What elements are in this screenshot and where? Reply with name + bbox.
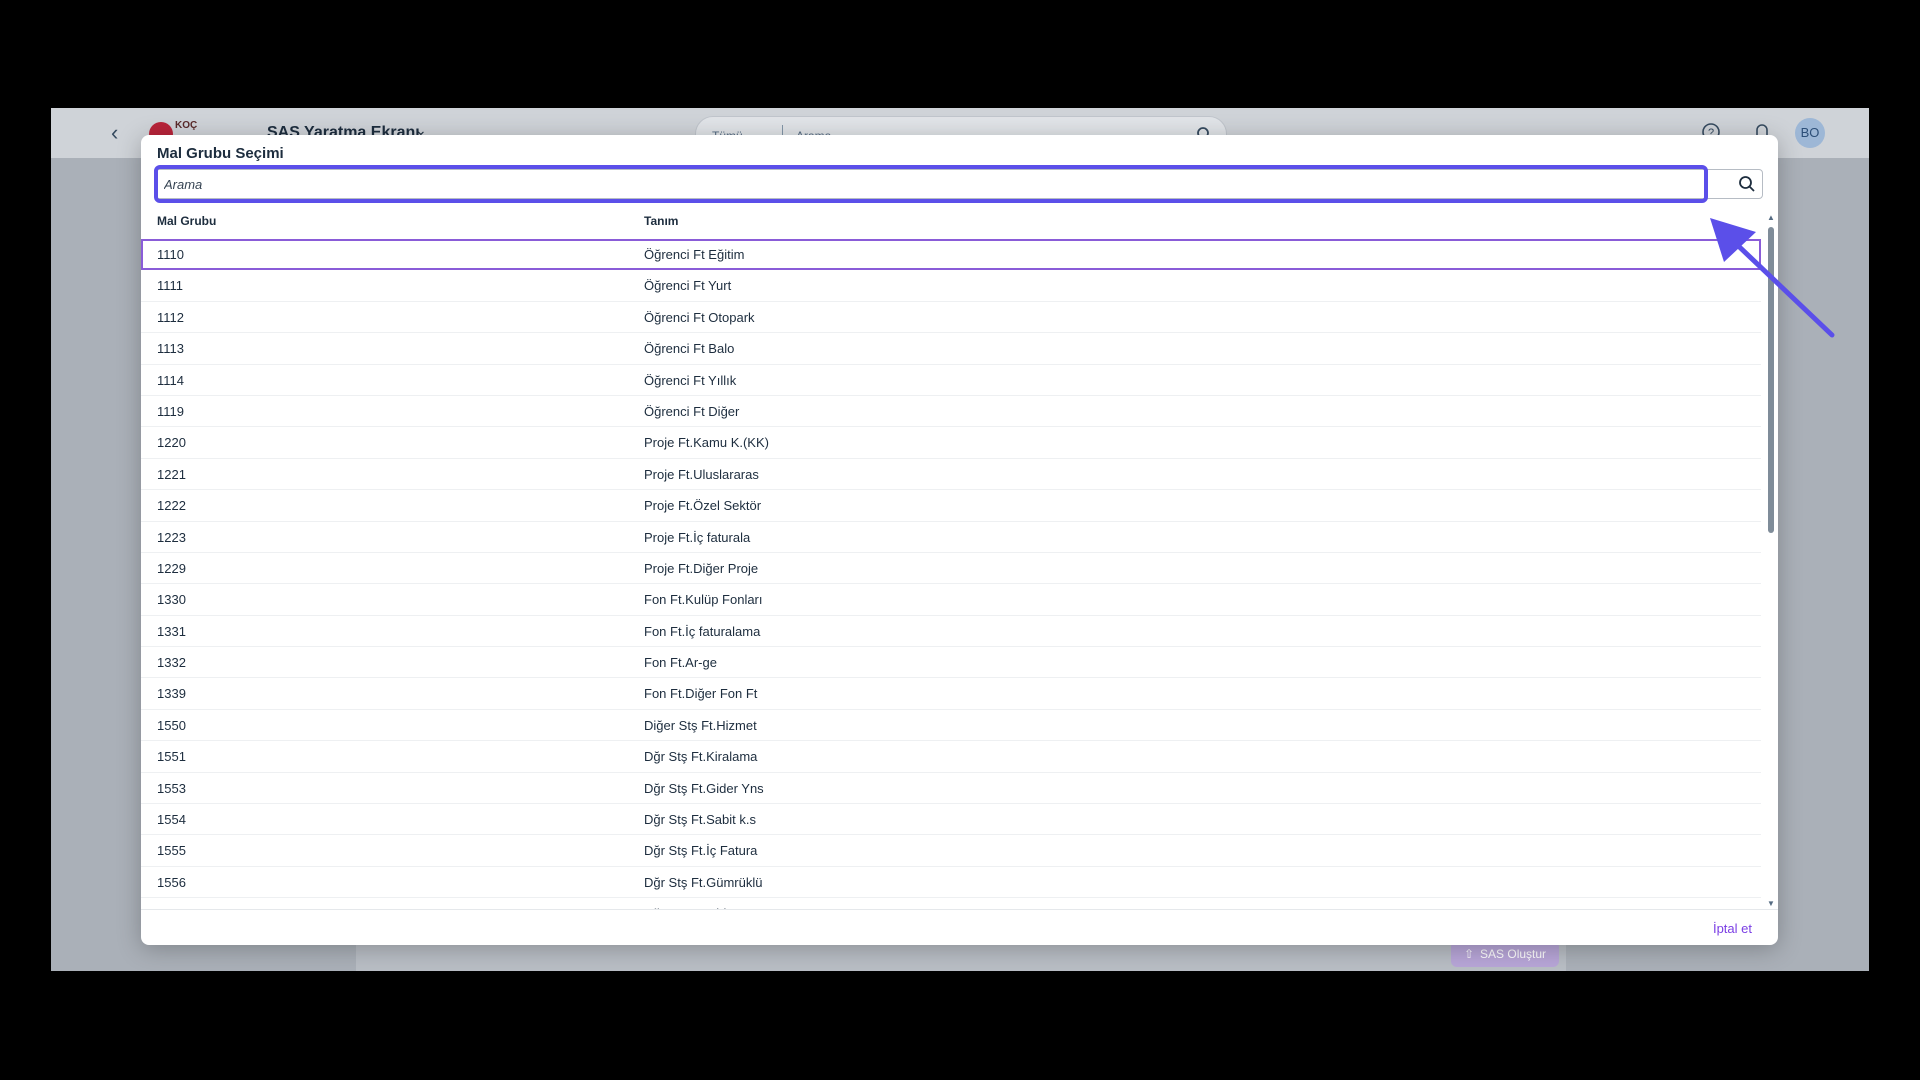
cell-mal-grubu: 1553: [157, 780, 186, 796]
cell-mal-grubu: 1229: [157, 560, 186, 576]
cell-mal-grubu: 1556: [157, 874, 186, 890]
table-row[interactable]: 1551 Dğr Stş Ft.Kiralama: [141, 741, 1761, 773]
table-row[interactable]: 1556 Dğr Stş Ft.Gümrüklü: [141, 867, 1761, 899]
cell-mal-grubu: 1550: [157, 717, 186, 733]
cell-mal-grubu: 1331: [157, 623, 186, 639]
cell-mal-grubu: 1332: [157, 655, 186, 671]
back-button[interactable]: ‹: [111, 122, 127, 144]
table-row[interactable]: 1330 Fon Ft.Kulüp Fonları: [141, 584, 1761, 616]
cell-mal-grubu: 1222: [157, 498, 186, 514]
cell-tanim: Öğrenci Ft Yurt: [644, 278, 732, 294]
dialog-footer: İptal et: [141, 909, 1778, 945]
cell-mal-grubu: 1330: [157, 592, 186, 608]
cell-tanim: Proje Ft.Diğer Proje: [644, 560, 759, 576]
cell-tanim: Dğr Stş Ft.Sabit k.s: [644, 812, 756, 828]
dialog-title: Mal Grubu Seçimi: [157, 145, 284, 162]
table-body: 1110 Öğrenci Ft Eğitim 1111 Öğrenci Ft Yurt…: [141, 239, 1761, 909]
cell-mal-grubu: 1339: [157, 686, 186, 702]
cell-mal-grubu: 1111: [157, 278, 184, 294]
cell-tanim: Öğrenci Ft Eğitim: [644, 247, 745, 262]
cell-tanim: Fon Ft.Diğer Fon Ft: [644, 686, 758, 702]
cell-tanim: Öğrenci Ft Yıllık: [644, 372, 737, 388]
cell-mal-grubu: 1112: [157, 309, 184, 325]
cell-tanim: Proje Ft.İç faturala: [644, 529, 751, 545]
cell-mal-grubu: 1114: [157, 372, 184, 388]
table-row[interactable]: 1112 Öğrenci Ft Otopark: [141, 302, 1761, 334]
search-field[interactable]: [155, 169, 1763, 199]
table-row[interactable]: 1223 Proje Ft.İç faturala: [141, 522, 1761, 553]
cell-tanim: Proje Ft.Uluslararas: [644, 466, 759, 482]
table-row[interactable]: 1113 Öğrenci Ft Balo: [141, 333, 1761, 365]
table-row[interactable]: 1332 Fon Ft.Ar-ge: [141, 647, 1761, 679]
cell-tanim: Öğrenci Ft Otopark: [644, 309, 755, 325]
table-row[interactable]: 1331 Fon Ft.İç faturalama: [141, 616, 1761, 648]
cancel-button[interactable]: İptal et: [1713, 921, 1752, 936]
cell-tanim: Dğr Stş Ft.Gider Yns: [644, 780, 764, 796]
table-row[interactable]: 1111 Öğrenci Ft Yurt: [141, 270, 1761, 302]
cell-mal-grubu: 1551: [157, 749, 186, 765]
search-icon[interactable]: [1738, 175, 1756, 193]
scroll-down-icon[interactable]: ▼: [1767, 899, 1775, 908]
share-icon: ⇧: [1463, 947, 1475, 961]
logo-text: KOÇ: [175, 120, 198, 131]
annotation-arrow: [1710, 218, 1835, 338]
cell-mal-grubu: 1119: [157, 403, 184, 419]
table-row[interactable]: 1554 Dğr Stş Ft.Sabit k.s: [141, 804, 1761, 836]
cell-mal-grubu: 1110: [157, 247, 184, 262]
cell-tanim: Fon Ft.Ar-ge: [644, 655, 717, 671]
cell-tanim: Öğrenci Ft Balo: [644, 341, 735, 357]
column-header-mal-grubu[interactable]: Mal Grubu: [157, 214, 216, 228]
table-row[interactable]: 1229 Proje Ft.Diğer Proje: [141, 553, 1761, 585]
create-sas-label: SAS Oluştur: [1480, 947, 1547, 961]
cell-mal-grubu: 1555: [157, 843, 186, 859]
cell-tanim: Fon Ft.Kulüp Fonları: [644, 592, 763, 608]
table-row[interactable]: 1114 Öğrenci Ft Yıllık: [141, 365, 1761, 396]
value-help-dialog: Mal Grubu Seçimi Mal Grubu Tanım 1110 Öğr…: [141, 135, 1778, 945]
cell-tanim: Proje Ft.Özel Sektör: [644, 498, 762, 514]
table-row[interactable]: 1110 Öğrenci Ft Eğitim: [141, 239, 1761, 271]
table-row[interactable]: 1555 Dğr Stş Ft.İç Fatura: [141, 835, 1761, 867]
avatar[interactable]: BO: [1795, 118, 1825, 148]
cell-tanim: Dğr Stş Ft.Gümrüklü: [644, 874, 763, 890]
table-row[interactable]: 1557Dğr Stş Ft.Gider Yns: [141, 898, 1761, 909]
table-row[interactable]: 1550 Diğer Stş Ft.Hizmet: [141, 710, 1761, 742]
cell-tanim: Diğer Stş Ft.Hizmet: [644, 717, 757, 733]
cell-tanim: Proje Ft.Kamu K.(KK): [644, 435, 769, 451]
cell-mal-grubu: 1113: [157, 341, 184, 357]
table-row[interactable]: 1222 Proje Ft.Özel Sektör: [141, 490, 1761, 522]
search-input[interactable]: [162, 170, 1696, 198]
cell-mal-grubu: 1554: [157, 812, 186, 828]
cell-tanim: Öğrenci Ft Diğer: [644, 403, 740, 419]
table-row[interactable]: 1553 Dğr Stş Ft.Gider Yns: [141, 773, 1761, 805]
table-row[interactable]: 1221 Proje Ft.Uluslararas: [141, 459, 1761, 491]
cell-mal-grubu: 1221: [157, 466, 186, 482]
cell-tanim: Dğr Stş Ft.Kiralama: [644, 749, 758, 765]
cell-mal-grubu: 1223: [157, 529, 186, 545]
table-row[interactable]: 1339 Fon Ft.Diğer Fon Ft: [141, 678, 1761, 710]
cell-tanim: Fon Ft.İç faturalama: [644, 623, 761, 639]
column-header-tanim[interactable]: Tanım: [644, 214, 678, 228]
cell-mal-grubu: 1220: [157, 435, 186, 451]
table-row[interactable]: 1119 Öğrenci Ft Diğer: [141, 396, 1761, 428]
table-row[interactable]: 1220 Proje Ft.Kamu K.(KK): [141, 427, 1761, 459]
cell-tanim: Dğr Stş Ft.İç Fatura: [644, 843, 758, 859]
